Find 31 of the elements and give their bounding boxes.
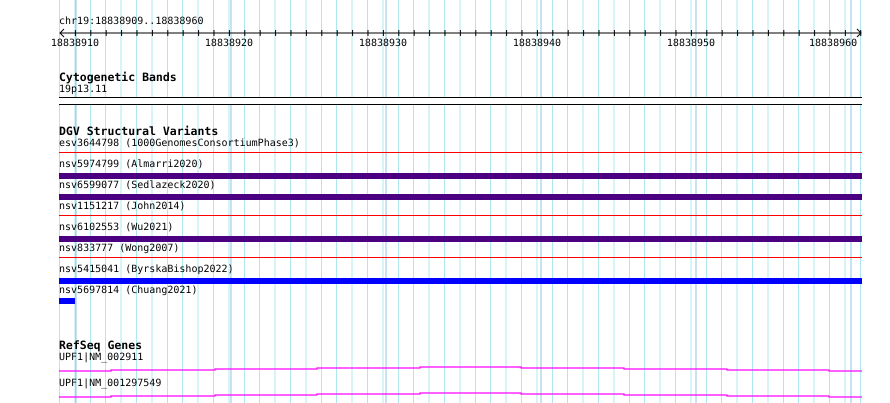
variant-label: nsv6102553 (Wu2021) [59, 222, 174, 234]
ruler-tick-label: 18838950 [666, 38, 716, 50]
gene-label: UPF1|NM_001297549 [59, 378, 162, 390]
ruler-tick-label: 18838940 [512, 38, 562, 50]
variant-label: nsv833777 (Wong2007) [59, 243, 180, 255]
variant-bar[interactable] [59, 194, 862, 200]
variant-bar[interactable] [59, 173, 862, 179]
gene-label: UPF1|NM_002911 [59, 352, 144, 364]
gene-line[interactable] [59, 392, 862, 398]
gene-line[interactable] [59, 366, 862, 372]
variant-line[interactable] [59, 152, 862, 153]
location-label: chr19:18838909..18838960 [59, 16, 204, 28]
variant-label: esv3644798 (1000GenomesConsortiumPhase3) [59, 138, 300, 150]
ruler-tick-label: 18838910 [50, 38, 100, 50]
ruler-tick-label: 18838930 [358, 38, 408, 50]
variant-label: nsv5415041 (ByrskaBishop2022) [59, 264, 234, 276]
variant-bar[interactable] [59, 236, 862, 242]
variant-bar[interactable] [59, 278, 862, 284]
variant-label: nsv5974799 (Almarri2020) [59, 159, 204, 171]
variant-bar[interactable] [59, 298, 75, 304]
track-title: RefSeq Genes [59, 339, 142, 352]
variant-line[interactable] [59, 215, 862, 216]
track-title: Cytogenetic Bands [59, 71, 177, 84]
ruler-tick-label: 18838920 [204, 38, 254, 50]
variant-line[interactable] [59, 257, 862, 258]
variant-label: nsv5697814 (Chuang2021) [59, 285, 198, 297]
band-label: 19p13.11 [59, 84, 108, 96]
track-title: DGV Structural Variants [59, 125, 218, 138]
variant-label: nsv1151217 (John2014) [59, 201, 186, 213]
variant-label: nsv6599077 (Sedlazeck2020) [59, 180, 216, 192]
ruler-tick-label: 18838960 [808, 38, 858, 50]
